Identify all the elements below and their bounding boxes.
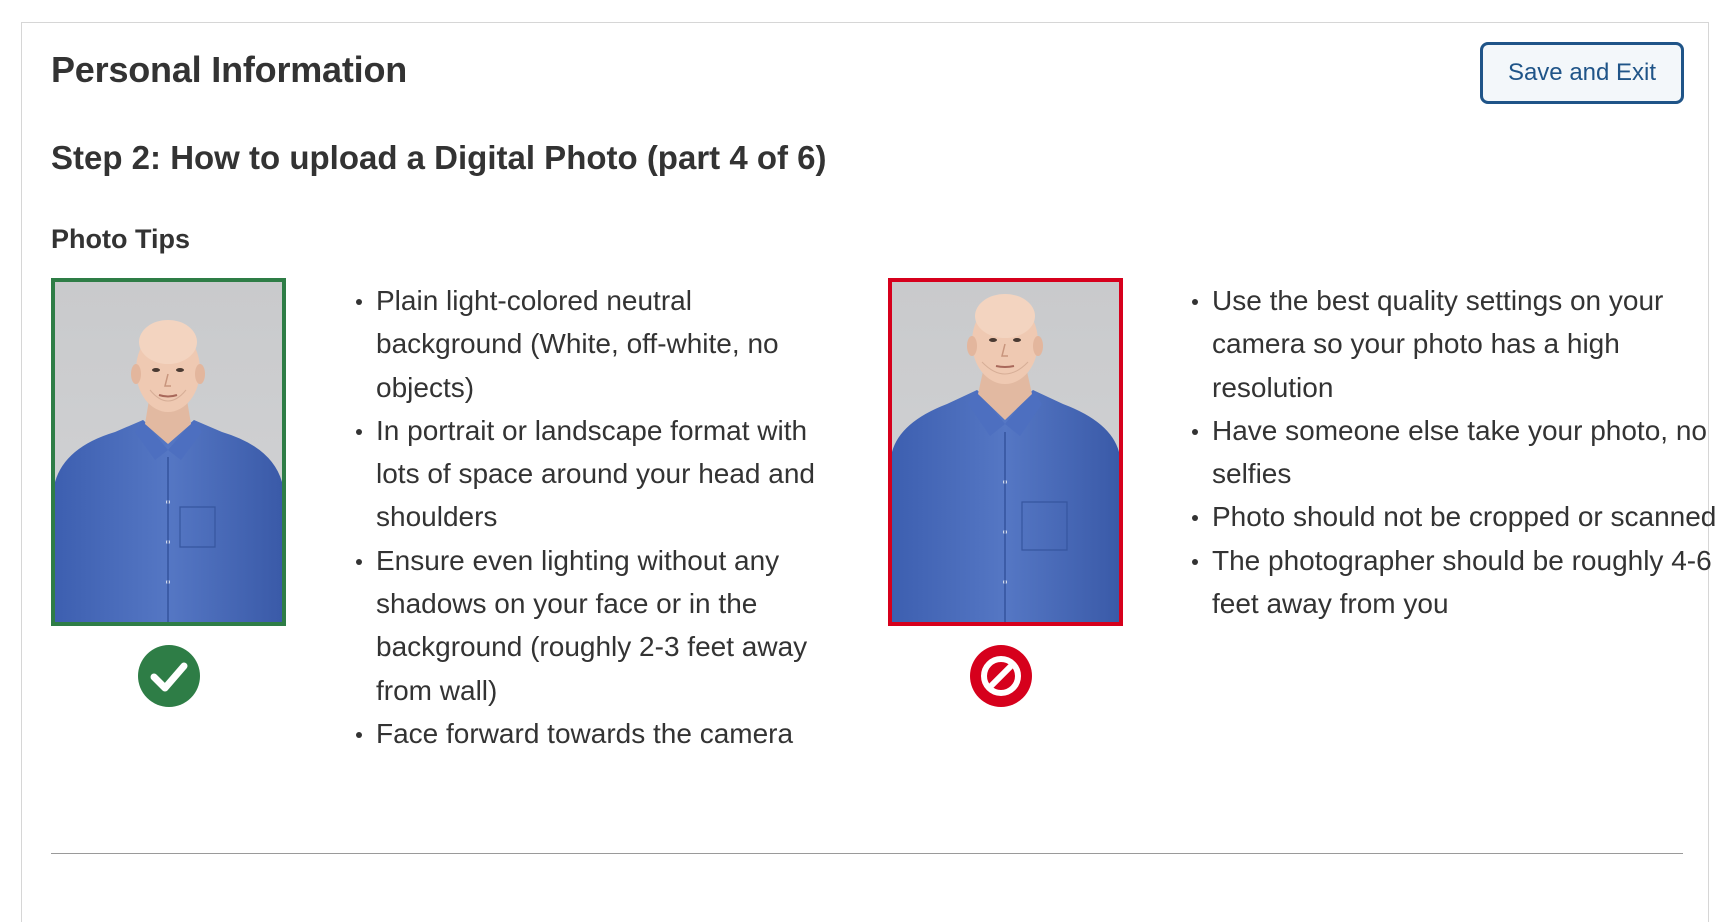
list-item: Ensure even lighting without any shadows… [356,539,846,712]
list-item: In portrait or landscape format with lot… [356,409,846,539]
list-item: Use the best quality settings on your ca… [1192,279,1720,409]
bad-example-photo [888,278,1123,626]
check-circle-icon [137,644,201,708]
list-item: Photo should not be cropped or scanned [1192,495,1720,538]
list-item: Face forward towards the camera [356,712,846,755]
list-item: The photographer should be roughly 4-6 f… [1192,539,1720,626]
section-divider [51,853,1683,854]
good-example-photo [51,278,286,626]
photo-tips-list-left: Plain light-colored neutral background (… [343,279,846,755]
page-title: Personal Information [51,49,408,90]
list-item: Have someone else take your photo, no se… [1192,409,1720,496]
photo-tips-heading: Photo Tips [51,224,190,254]
step-title: Step 2: How to upload a Digital Photo (p… [51,139,827,176]
prohibited-icon [969,644,1033,708]
photo-tips-list-right: Use the best quality settings on your ca… [1179,279,1720,625]
save-and-exit-button[interactable]: Save and Exit [1480,42,1684,104]
list-item: Plain light-colored neutral background (… [356,279,846,409]
personal-information-card: Personal Information Save and Exit Step … [21,22,1716,922]
